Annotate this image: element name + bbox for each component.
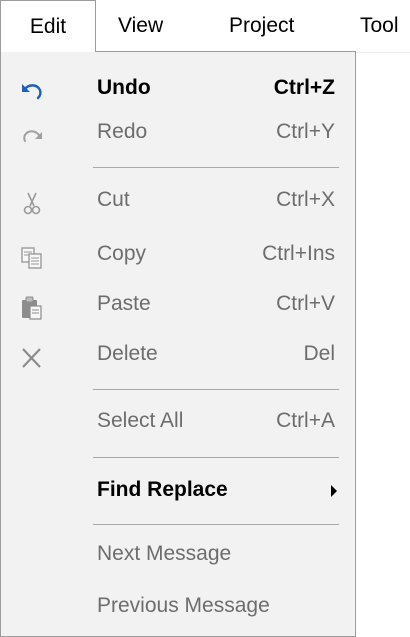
menu-item-copy[interactable]: Copy Ctrl+Ins bbox=[1, 232, 355, 276]
submenu-arrow-icon bbox=[331, 485, 337, 497]
menu-item-shortcut: Ctrl+Ins bbox=[262, 242, 335, 265]
menu-tools[interactable]: Tool bbox=[360, 0, 399, 52]
menu-item-label: Next Message bbox=[97, 542, 232, 565]
menu-view[interactable]: View bbox=[118, 0, 163, 52]
menu-item-label: Delete bbox=[97, 342, 158, 365]
menu-separator bbox=[93, 167, 339, 168]
menu-item-label: Undo bbox=[97, 76, 151, 99]
menu-item-label: Paste bbox=[97, 292, 151, 315]
menu-item-find-replace[interactable]: Find Replace bbox=[1, 468, 355, 512]
menu-item-redo[interactable]: Redo Ctrl+Y bbox=[1, 110, 355, 154]
edit-dropdown-menu: Undo Ctrl+Z Redo Ctrl+Y Cut Ctrl+X Copy … bbox=[0, 51, 356, 637]
menu-separator bbox=[93, 457, 339, 458]
menu-item-select-all[interactable]: Select All Ctrl+A bbox=[1, 399, 355, 443]
menu-bar: Edit View Project Tool bbox=[0, 0, 410, 53]
menu-item-label: Copy bbox=[97, 242, 147, 265]
menu-item-label: Cut bbox=[97, 188, 130, 211]
menu-item-label: Find Replace bbox=[97, 478, 228, 501]
menu-item-label: Select All bbox=[97, 409, 184, 432]
menu-item-shortcut: Ctrl+Y bbox=[276, 120, 335, 143]
undo-icon bbox=[19, 76, 45, 100]
menu-item-shortcut: Ctrl+Z bbox=[273, 76, 335, 99]
menu-separator bbox=[93, 524, 339, 525]
menu-item-delete[interactable]: Delete Del bbox=[1, 332, 355, 376]
paste-icon bbox=[19, 292, 45, 320]
delete-icon bbox=[19, 342, 45, 368]
menu-item-shortcut: Ctrl+A bbox=[276, 409, 335, 432]
menu-item-paste[interactable]: Paste Ctrl+V bbox=[1, 282, 355, 326]
menu-edit[interactable]: Edit bbox=[0, 0, 96, 52]
menu-item-undo[interactable]: Undo Ctrl+Z bbox=[1, 66, 355, 110]
menu-project[interactable]: Project bbox=[229, 0, 294, 52]
menu-item-shortcut: Del bbox=[303, 342, 335, 365]
menu-item-next-message[interactable]: Next Message bbox=[1, 532, 355, 576]
menu-item-previous-message[interactable]: Previous Message bbox=[1, 584, 355, 628]
menu-item-cut[interactable]: Cut Ctrl+X bbox=[1, 178, 355, 222]
menu-item-label: Previous Message bbox=[97, 594, 270, 617]
menu-item-shortcut: Ctrl+X bbox=[276, 188, 335, 211]
menu-item-shortcut: Ctrl+V bbox=[276, 292, 335, 315]
copy-icon bbox=[19, 242, 45, 269]
cut-icon bbox=[19, 188, 45, 215]
menu-item-label: Redo bbox=[97, 120, 148, 143]
menu-separator bbox=[93, 389, 339, 390]
redo-icon bbox=[19, 120, 45, 144]
